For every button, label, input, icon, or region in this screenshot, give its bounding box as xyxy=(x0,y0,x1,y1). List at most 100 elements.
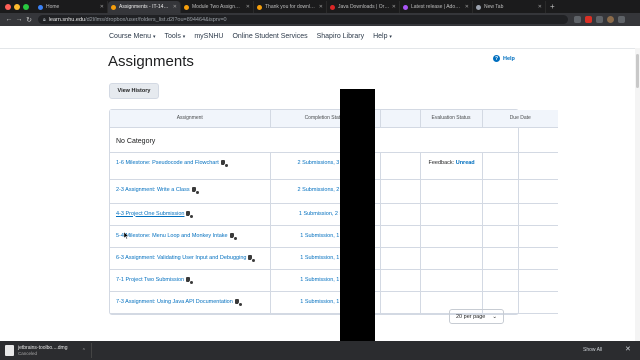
divider xyxy=(0,48,640,49)
tab-favicon-icon xyxy=(476,4,481,10)
column-header-assignment: Assignment xyxy=(110,110,271,128)
tab-new-tab[interactable]: New Tab ✕ xyxy=(473,1,546,13)
tab-thank-you[interactable]: Thank you for downloading...✕ xyxy=(254,1,327,13)
nav-shapiro-library[interactable]: Shapiro Library xyxy=(317,33,364,40)
extensions-area xyxy=(574,16,625,23)
tab-close-icon[interactable]: ✕ xyxy=(100,4,104,10)
tab-close-icon[interactable]: ✕ xyxy=(465,4,469,10)
table-row: 6-3 Assignment: Validating User Input an… xyxy=(110,247,558,270)
table-row: 2-3 Assignment: Write a Class 2 Submissi… xyxy=(110,179,558,204)
forward-arrow-icon[interactable]: → xyxy=(14,16,24,23)
tab-favicon-icon xyxy=(184,4,189,10)
per-page-select[interactable]: 20 per page ⌄ xyxy=(449,309,504,324)
lock-icon: 🔒︎ xyxy=(43,16,46,23)
category-label: No Category xyxy=(110,127,558,153)
assignment-link[interactable]: 7-3 Assignment: Using Java API Documenta… xyxy=(110,292,270,307)
browser-toolbar: ← → ↻ 🔒︎ learn.snhu.edu/d2l/lms/dropbox/… xyxy=(0,13,640,26)
help-link[interactable]: ? Help xyxy=(493,55,515,62)
nav-tools[interactable]: Tools ▾ xyxy=(165,33,186,40)
share-icon[interactable] xyxy=(574,16,581,23)
course-navbar: Course Menu ▾ Tools ▾ mySNHU Online Stud… xyxy=(109,33,392,40)
browser-tab-bar: Home✕ Assignments - IT-145-J3...✕ Module… xyxy=(0,0,640,13)
minimize-window-button[interactable] xyxy=(14,3,20,10)
tab-module-two[interactable]: Module Two Assignment Gu...✕ xyxy=(181,1,254,13)
tab-favicon-icon xyxy=(330,4,335,10)
rubric-icon[interactable] xyxy=(191,186,200,195)
tab-favicon-icon xyxy=(257,4,262,10)
extension-icon[interactable] xyxy=(585,16,592,23)
column-header-redacted xyxy=(380,110,421,128)
download-status: Canceled xyxy=(18,350,38,356)
reload-icon[interactable]: ↻ xyxy=(24,16,34,24)
tab-favicon-icon xyxy=(111,4,116,10)
rubric-icon[interactable] xyxy=(234,298,243,307)
chevron-down-icon: ▾ xyxy=(182,34,186,40)
file-icon xyxy=(5,345,14,356)
tab-java-downloads[interactable]: Java Downloads | Oracle ✕ xyxy=(327,1,400,13)
chevron-up-icon[interactable]: ⌃ xyxy=(82,348,86,354)
category-row: No Category xyxy=(110,127,558,153)
tab-adoptium[interactable]: Latest release | Adoptium ✕ xyxy=(400,1,473,13)
nav-course-menu[interactable]: Course Menu ▾ xyxy=(109,33,156,40)
tab-assignments[interactable]: Assignments - IT-145-J3...✕ xyxy=(108,1,181,13)
tab-close-icon[interactable]: ✕ xyxy=(319,4,323,10)
show-all-downloads-button[interactable]: Show All xyxy=(583,347,602,353)
assignment-link[interactable]: 6-3 Assignment: Validating User Input an… xyxy=(110,248,270,263)
tab-favicon-icon xyxy=(403,4,408,10)
table-header-row: Assignment Completion Status Evaluation … xyxy=(110,110,558,128)
tab-close-icon[interactable]: ✕ xyxy=(538,4,542,10)
assignment-link[interactable]: 1-6 Milestone: Pseudocode and Flowchart xyxy=(110,153,270,168)
download-item[interactable]: jetbrains-toolbo....dmg Canceled ⌃ xyxy=(0,343,92,358)
assignments-table: Assignment Completion Status Evaluation … xyxy=(109,109,558,315)
back-arrow-icon[interactable]: ← xyxy=(4,16,14,23)
tab-favicon-icon xyxy=(38,4,43,10)
assignment-link[interactable]: 7-1 Project Two Submission xyxy=(110,270,270,285)
chevron-down-icon: ▾ xyxy=(389,34,392,40)
puzzle-icon[interactable] xyxy=(596,16,603,23)
feedback-unread-link[interactable]: Unread xyxy=(456,160,475,166)
close-window-button[interactable] xyxy=(5,3,11,10)
page-content: Course Menu ▾ Tools ▾ mySNHU Online Stud… xyxy=(0,26,640,341)
maximize-window-button[interactable] xyxy=(23,3,29,10)
kebab-menu-icon[interactable] xyxy=(618,16,625,23)
table-row: 7-1 Project Two Submission 1 Submission,… xyxy=(110,269,558,292)
downloads-bar: jetbrains-toolbo....dmg Canceled ⌃ xyxy=(0,341,640,360)
window-controls xyxy=(0,3,35,10)
nav-online-student-services[interactable]: Online Student Services xyxy=(232,33,307,40)
new-tab-plus-icon[interactable]: + xyxy=(546,2,555,11)
tab-close-icon[interactable]: ✕ xyxy=(246,4,250,10)
view-history-button[interactable]: View History xyxy=(109,83,159,99)
nav-mysnhu[interactable]: mySNHU xyxy=(194,33,223,40)
close-icon[interactable]: ✕ xyxy=(625,345,631,353)
url-path: /d2l/lms/dropbox/user/folders_list.d2l?o… xyxy=(85,16,227,23)
table-row: 1-6 Milestone: Pseudocode and Flowchart … xyxy=(110,152,558,180)
tab-close-icon[interactable]: ✕ xyxy=(392,4,396,10)
nav-help[interactable]: Help ▾ xyxy=(373,33,392,40)
assignment-link[interactable]: 5-4 Milestone: Menu Loop and Monkey Inta… xyxy=(110,226,270,241)
address-bar[interactable]: 🔒︎ learn.snhu.edu/d2l/lms/dropbox/user/f… xyxy=(38,15,568,24)
rubric-icon[interactable] xyxy=(186,210,195,219)
feedback-status: Feedback: Unread xyxy=(428,159,475,166)
table-row: 5-4 Milestone: Menu Loop and Monkey Inta… xyxy=(110,225,558,248)
scrollbar-thumb[interactable] xyxy=(636,54,639,88)
chevron-down-icon: ⌄ xyxy=(492,313,497,320)
mouse-cursor-icon xyxy=(124,232,129,239)
column-header-evaluation-status: Evaluation Status xyxy=(420,110,483,128)
profile-avatar-icon[interactable] xyxy=(607,16,614,23)
url-host: learn.snhu.edu xyxy=(48,16,86,23)
chevron-down-icon: ▾ xyxy=(152,34,156,40)
column-header-due-date: Due Date xyxy=(482,110,558,128)
rubric-icon[interactable] xyxy=(248,254,257,263)
rubric-icon[interactable] xyxy=(229,232,238,241)
assignment-link[interactable]: 2-3 Assignment: Write a Class xyxy=(110,180,270,195)
tab-close-icon[interactable]: ✕ xyxy=(173,4,177,10)
table-row: 4-3 Project One Submission 1 Submission,… xyxy=(110,203,558,226)
tab-home[interactable]: Home ✕ xyxy=(35,1,108,13)
rubric-icon[interactable] xyxy=(186,276,195,285)
question-icon: ? xyxy=(493,55,500,62)
page-title: Assignments xyxy=(108,53,194,70)
rubric-icon[interactable] xyxy=(220,159,229,168)
page-scrollbar[interactable] xyxy=(635,48,640,341)
redaction-bar xyxy=(340,89,375,341)
assignment-link[interactable]: 4-3 Project One Submission xyxy=(110,204,270,219)
